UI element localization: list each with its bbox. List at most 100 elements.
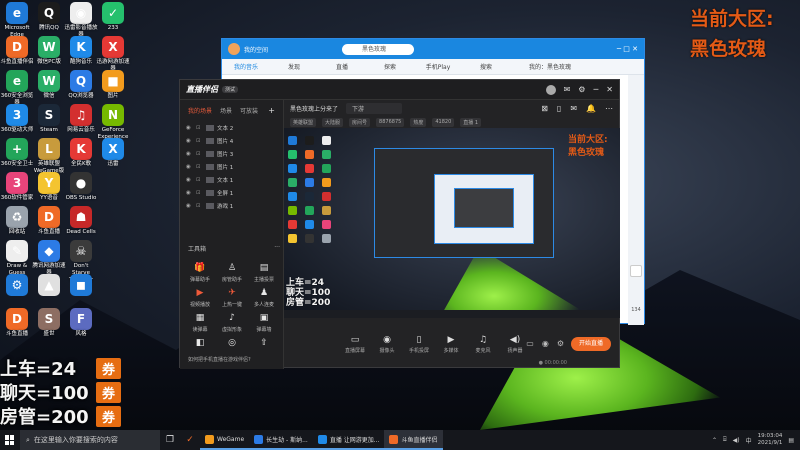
tool-button[interactable]: ⇧: [248, 337, 280, 351]
taskbar-app[interactable]: 斗鱼直播伴侣: [384, 430, 443, 450]
desktop-icon[interactable]: D 斗鱼直播伴侣: [0, 36, 34, 66]
lock-icon[interactable]: ⊡: [196, 151, 206, 157]
desktop-icon[interactable]: ◉ 迅雷影音播放器: [64, 2, 98, 39]
minimize-icon[interactable]: ─: [593, 85, 598, 94]
tool-button[interactable]: ♟ 多人连麦: [248, 287, 280, 308]
lock-icon[interactable]: ⊡: [196, 190, 206, 196]
desktop-icon[interactable]: X 迅雷: [96, 138, 130, 168]
desktop-icon[interactable]: K 酷狗音乐: [64, 36, 98, 66]
taskbar-app[interactable]: WeGame: [200, 430, 250, 450]
desktop-icon[interactable]: Q QQ浏览器: [64, 70, 98, 100]
tool-button[interactable]: 🎁 弹幕助手: [184, 262, 216, 283]
pinned-app-icon[interactable]: ✓: [180, 430, 200, 450]
desktop-icon[interactable]: ◆ 腾讯网游加速器: [32, 240, 66, 277]
volume-icon[interactable]: ◀): [733, 437, 740, 444]
help-hint-link[interactable]: 如何把手机直播在游戏伴侣?: [188, 356, 251, 363]
eye-icon[interactable]: ◉: [186, 138, 196, 144]
tab-my-scene[interactable]: 我的场景: [188, 106, 212, 115]
avatar[interactable]: [545, 84, 556, 95]
desktop-icon[interactable]: ◼: [64, 274, 98, 297]
gift-icon[interactable]: ✉: [564, 85, 571, 94]
lock-icon[interactable]: ⊡: [196, 138, 206, 144]
desktop-icon[interactable]: [96, 240, 130, 263]
desktop-icon[interactable]: [96, 206, 130, 229]
source-item[interactable]: ◉ ⊡ 图片 1: [180, 160, 283, 173]
room-title[interactable]: 黑色玫瑰上分来了: [290, 104, 338, 113]
category-select[interactable]: 下游: [346, 103, 403, 114]
desktop-icon[interactable]: L 英雄联盟WeGame版: [32, 138, 66, 175]
tool-button[interactable]: ◧: [184, 337, 216, 351]
lock-icon[interactable]: ⊡: [196, 125, 206, 131]
gear-icon[interactable]: ⚙: [557, 339, 564, 348]
source-item[interactable]: ◉ ⊡ 全屏 1: [180, 186, 283, 199]
desktop-icon[interactable]: Y YY语音: [32, 172, 66, 202]
desktop-icon[interactable]: X 迅游网游加速器: [96, 36, 130, 73]
source-item[interactable]: ◉ ⊡ 图片 4: [180, 134, 283, 147]
desktop-icon[interactable]: ☗ Dead Cells: [64, 206, 98, 236]
desktop-icon[interactable]: ▲: [32, 274, 66, 297]
tab-scene[interactable]: 场景: [220, 106, 232, 115]
desktop-icon[interactable]: 3 360软件管家: [0, 172, 34, 202]
tool-button[interactable]: ♪ 虚拟形象: [216, 312, 248, 333]
tool-button[interactable]: ♙ 房管助手: [216, 262, 248, 283]
desktop-icon[interactable]: ■ 图片: [96, 70, 130, 100]
streaming-app-window[interactable]: 直播伴侣 测试 ✉ ⚙ ─ ✕ 我的场景 场景 可放装 + ◉ ⊡ 文本 2 ◉ ⊡ 图片…: [179, 79, 620, 369]
desktop-icon[interactable]: F 风格: [64, 308, 98, 338]
capture-source-button[interactable]: ▭ 直播屏幕: [340, 335, 370, 354]
eye-icon[interactable]: ◉: [542, 339, 549, 348]
tab-discover[interactable]: 发现: [270, 62, 318, 71]
eye-icon[interactable]: ◉: [186, 190, 196, 196]
tab-explore[interactable]: 探索: [366, 62, 414, 71]
lock-icon[interactable]: ⊡: [196, 203, 206, 209]
start-button[interactable]: [0, 430, 20, 450]
tab-addable[interactable]: 可放装: [240, 106, 258, 115]
close-icon[interactable]: ✕: [606, 85, 613, 94]
tool-button[interactable]: ▶ 视频播放: [184, 287, 216, 308]
bookmark-icon[interactable]: ▯: [557, 104, 561, 113]
clock[interactable]: 19:03:04 2021/9/1: [758, 433, 783, 447]
stream-preview[interactable]: 当前大区: 黑色玫瑰 上车=24 聊天=100 房管=200: [284, 128, 620, 318]
eye-icon[interactable]: ◉: [186, 151, 196, 157]
desktop-icon[interactable]: ⚙: [0, 274, 34, 297]
capture-source-button[interactable]: ▯ 手机投屏: [404, 335, 434, 354]
tab-search[interactable]: 搜索: [462, 62, 510, 71]
lock-icon[interactable]: ⊡: [196, 164, 206, 170]
desktop-icon[interactable]: D 斗鱼直播: [0, 308, 34, 338]
desktop-icon[interactable]: Q 腾讯QQ: [32, 2, 66, 32]
settings-icon[interactable]: ⚙: [578, 85, 585, 94]
capture-source-button[interactable]: ▶ 多媒体: [436, 335, 466, 354]
source-item[interactable]: ◉ ⊡ 图片 3: [180, 147, 283, 160]
desktop-icon[interactable]: N GeForce Experience: [96, 104, 130, 141]
tool-button[interactable]: ▣ 弹幕墙: [248, 312, 280, 333]
eye-icon[interactable]: ◉: [186, 203, 196, 209]
desktop-icon[interactable]: 3 360驱动大师: [0, 104, 34, 134]
tool-button[interactable]: ▦ 读弹幕: [184, 312, 216, 333]
tab-mobile-play[interactable]: 手机Play: [414, 62, 462, 71]
add-source-button[interactable]: +: [268, 106, 275, 115]
tab-my-music[interactable]: 我的音乐: [222, 62, 270, 71]
capture-source-button[interactable]: ♫ 麦克风: [468, 335, 498, 354]
bg-search-input[interactable]: 黑色玫瑰: [342, 43, 414, 55]
mail-icon[interactable]: ✉: [570, 104, 577, 113]
eye-icon[interactable]: ◉: [186, 164, 196, 170]
desktop-icon[interactable]: ● OBS Studio: [64, 172, 98, 202]
start-stream-button[interactable]: 开始直播: [571, 337, 611, 351]
tool-button[interactable]: ▤ 主播投票: [248, 262, 280, 283]
bell-icon[interactable]: 🔔: [586, 104, 596, 113]
tray-chevron-icon[interactable]: ⌃: [712, 437, 717, 444]
desktop-icon[interactable]: +360安全卫士: [0, 138, 34, 168]
capture-source-button[interactable]: ◉ 摄像头: [372, 335, 402, 354]
desktop-icon[interactable]: [96, 172, 130, 195]
tools-more-button[interactable]: ···: [274, 244, 280, 253]
desktop-icon[interactable]: K 全民K歌: [64, 138, 98, 168]
desktop-icon[interactable]: S 盛世: [32, 308, 66, 338]
network-icon[interactable]: ⌸: [723, 436, 727, 444]
desktop-icon[interactable]: ✓ 233: [96, 2, 130, 32]
tab-account[interactable]: 我的：黑色玫瑰: [510, 62, 590, 71]
avatar[interactable]: [228, 43, 240, 55]
desktop-icon[interactable]: W 微信PC版: [32, 36, 66, 66]
tool-button[interactable]: ✈ 上热一键: [216, 287, 248, 308]
eye-icon[interactable]: ◉: [186, 125, 196, 131]
tool-button[interactable]: ◎: [216, 337, 248, 351]
task-view-icon[interactable]: ❐: [160, 430, 180, 450]
